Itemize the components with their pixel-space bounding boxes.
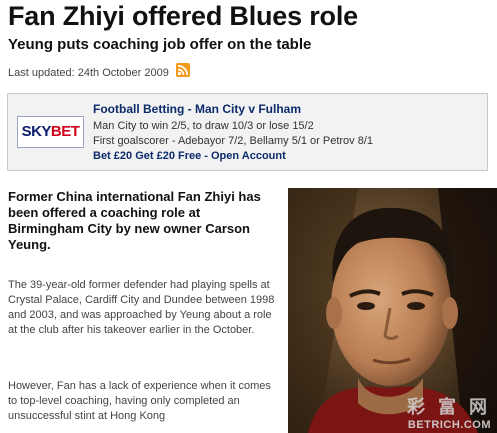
ad-odds-line: Man City to win 2/5, to draw 10/3 or los…	[93, 120, 314, 132]
betting-ad-box[interactable]: SKYBET Football Betting - Man City v Ful…	[7, 93, 488, 171]
article-paragraph: The 39-year-old former defender had play…	[8, 279, 275, 336]
player-photo: 彩 富 网 BETRICH.COM	[288, 188, 497, 433]
skybet-logo[interactable]: SKYBET	[17, 116, 84, 148]
headline: Fan Zhiyi offered Blues role	[8, 1, 358, 31]
article-intro: Former China international Fan Zhiyi has…	[8, 189, 261, 252]
photo-watermark: 彩 富 网 BETRICH.COM	[407, 393, 491, 431]
article-paragraph: However, Fan has a lack of experience wh…	[8, 380, 271, 422]
ad-goalscorer-line: First goalscorer - Adebayor 7/2, Bellamy…	[93, 135, 374, 147]
rss-feed-icon[interactable]	[176, 63, 190, 77]
ad-title-link[interactable]: Football Betting - Man City v Fulham	[93, 102, 301, 116]
logo-sky-text: SKY	[21, 123, 52, 140]
logo-bet-text: BET	[50, 123, 80, 140]
watermark-url: BETRICH.COM	[407, 419, 491, 431]
last-updated: Last updated: 24th October 2009	[8, 67, 169, 79]
ad-offer-link[interactable]: Bet £20 Get £20 Free - Open Account	[93, 150, 286, 162]
subheadline: Yeung puts coaching job offer on the tab…	[8, 36, 312, 53]
watermark-chinese: 彩 富 网	[406, 397, 491, 417]
